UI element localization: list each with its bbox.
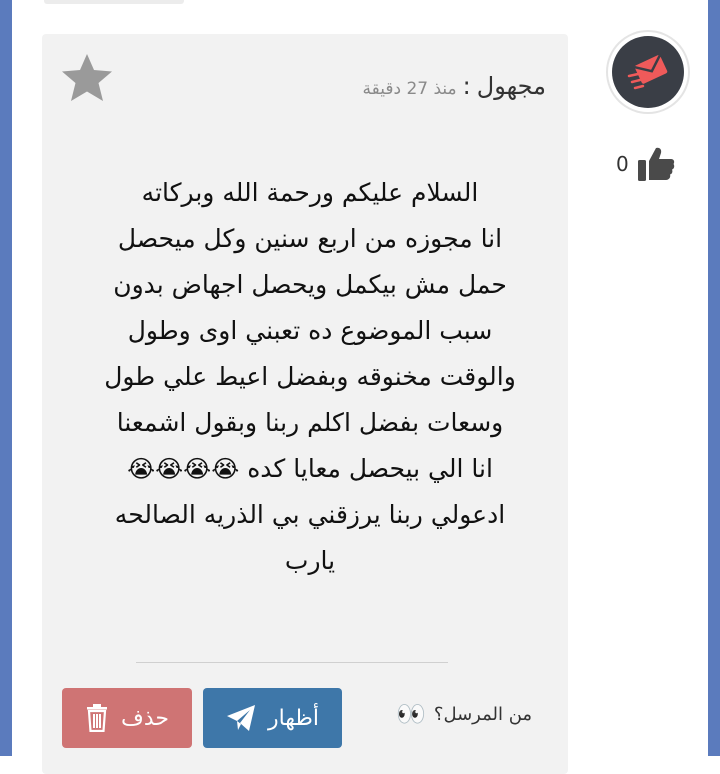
delete-button[interactable]: حذف (62, 688, 192, 748)
avatar-circle (612, 36, 684, 108)
paper-plane-icon (226, 705, 255, 731)
trash-icon (87, 704, 108, 732)
envelope-send-icon (627, 54, 668, 90)
author-name: مجهول (476, 72, 546, 100)
avatar (608, 32, 688, 112)
thumbs-up-icon[interactable] (637, 146, 675, 182)
message-line: يارب (284, 546, 336, 575)
message-line: ادعولي ربنا يرزقني بي الذريه الصالحه (114, 500, 506, 529)
crying-emoji-icon: 😭😭😭😭 (127, 455, 240, 483)
page-frame-left (0, 0, 12, 756)
message-header: مجهول:منذ 27 دقيقة (362, 72, 546, 100)
message-line-text: انا الي بيحصل معايا كده (247, 454, 493, 483)
message-line: حمل مش بيكمل ويحصل اجهاض بدون (113, 270, 507, 299)
eyes-emoji-icon: 👀 (396, 700, 426, 728)
message-line: السلام عليكم ورحمة الله وبركاته (141, 178, 479, 207)
message-line: وسعات بفضل اكلم ربنا وبقول اشمعنا (116, 408, 504, 437)
message-line: والوقت مخنوقه وبفضل اعيط علي طول (104, 362, 516, 391)
message-line: سبب الموضوع ده تعبني اوى وطول (127, 316, 493, 345)
message-line-with-emoji: انا الي بيحصل معايا كده 😭😭😭😭 (60, 446, 560, 492)
like-count: 0 (616, 152, 629, 176)
page-frame-right (708, 0, 720, 756)
author-separator: : (462, 72, 471, 100)
message-body: السلام عليكم ورحمة الله وبركاته انا مجوز… (60, 170, 560, 584)
previous-card-edge (44, 0, 184, 4)
star-icon[interactable] (60, 52, 114, 104)
delete-label: حذف (121, 705, 169, 731)
card-divider (136, 662, 448, 663)
sender-question: من المرسل؟ 👀 (396, 700, 532, 728)
show-sender-button[interactable]: أظهار (203, 688, 342, 748)
sender-question-text: من المرسل؟ (433, 703, 533, 725)
message-line: انا مجوزه من اربع سنين وكل ميحصل (117, 224, 503, 253)
like-control: 0 (616, 146, 675, 182)
post-time: منذ 27 دقيقة (362, 79, 457, 99)
show-label: أظهار (267, 705, 320, 731)
